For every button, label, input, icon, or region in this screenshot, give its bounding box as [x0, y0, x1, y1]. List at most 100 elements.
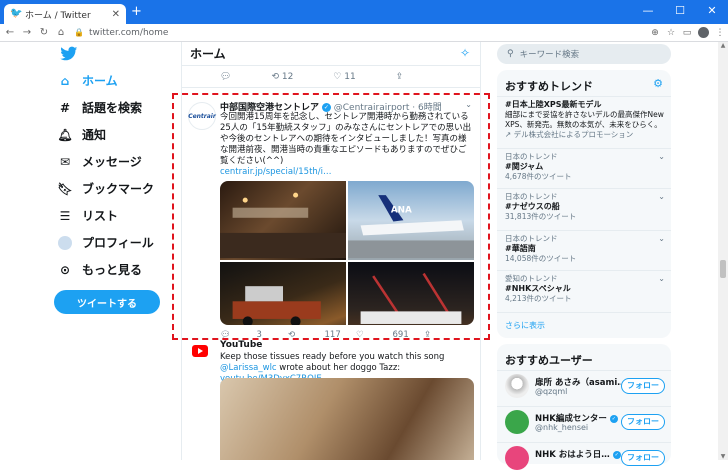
youtube-logo-icon[interactable] [192, 345, 208, 357]
home-browser-icon[interactable]: ⌂ [54, 27, 68, 38]
trend-item[interactable]: 日本のトレンド #関ジャム 4,678件のツイート ⌄ [505, 152, 665, 182]
user-handle: @qzqml [535, 387, 568, 396]
search-icon: ⚲ [507, 49, 514, 59]
text-part: wrote about her doggo Tazz: [276, 363, 401, 373]
nav-item-messages[interactable]: ✉ メッセージ [58, 153, 142, 170]
minimize-icon[interactable]: — [632, 0, 664, 24]
trend-context: 日本のトレンド [505, 192, 558, 201]
profile-avatar-icon[interactable] [698, 27, 709, 38]
nav-item-notifications[interactable]: 🔔︎ 通知 [57, 126, 106, 143]
close-window-icon[interactable]: ✕ [696, 0, 728, 24]
trend-item[interactable]: 日本のトレンド #華語南 14,058件のツイート ⌄ [505, 234, 665, 264]
twitter-bird-icon[interactable] [60, 46, 78, 62]
nav-item-more[interactable]: ⊙ もっと見る [58, 261, 142, 278]
list-icon: ☰ [59, 208, 71, 223]
bookmark-icon: 🔖︎ [57, 181, 73, 196]
divider [497, 148, 671, 149]
cast-icon[interactable]: ▭ [679, 28, 695, 38]
tweet-button[interactable]: ツイートする [54, 290, 160, 314]
retweet-action[interactable]: ⟲ 12 [271, 72, 293, 82]
user-suggestion[interactable]: NHK編成センター ✓ @nhk_hensei フォロー [505, 410, 665, 438]
trend-name: #関ジャム [505, 162, 544, 171]
user-suggestion[interactable]: NHK おはよう日… ✓ フォロー [505, 446, 665, 474]
chevron-down-icon[interactable]: ⌄ [658, 152, 665, 162]
nav-item-home[interactable]: ⌂ ホーム [58, 72, 118, 89]
scroll-down-icon[interactable]: ▼ [718, 453, 728, 460]
browser-tab[interactable]: 🐦 ホーム / Twitter ✕ [4, 4, 126, 24]
trend-item[interactable]: 愛知のトレンド #NHKスペシャル 4,213件のツイート ⌄ [505, 274, 665, 304]
user-name[interactable]: NHK おはよう日… ✓ [535, 448, 621, 460]
tab-close-icon[interactable]: ✕ [112, 9, 120, 20]
trend-item[interactable]: 日本のトレンド #ナゼウスの船 31,813件のツイート ⌄ [505, 192, 665, 222]
scrollbar-thumb[interactable] [720, 260, 726, 278]
nav-label: リスト [82, 209, 119, 223]
verified-icon: ✓ [612, 450, 621, 459]
trend-meta: 4,678件のツイート [505, 172, 572, 181]
sparkle-icon[interactable]: ✧ [460, 46, 470, 60]
promoted-icon: ↗ [505, 130, 514, 139]
trend-description: 細部にまで妥協を許さないデルの最高傑作New XPS、新発売。無数の本気が、未来… [505, 110, 664, 129]
maximize-icon[interactable]: ☐ [664, 0, 696, 24]
like-action[interactable]: ♡ 11 [333, 72, 355, 82]
next-tweet-video-thumbnail[interactable] [220, 378, 474, 460]
trend-meta: 4,213件のツイート [505, 294, 572, 303]
share-icon[interactable]: ⇪ [396, 72, 404, 82]
trend-context: 日本のトレンド [505, 152, 558, 161]
nav-item-profile[interactable]: プロフィール [58, 234, 154, 251]
browser-tab-bar: 🐦 ホーム / Twitter ✕ + — ☐ ✕ [0, 0, 728, 24]
nav-label: 話題を検索 [82, 101, 143, 115]
follow-button[interactable]: フォロー [621, 378, 665, 394]
divider [497, 270, 671, 271]
nav-item-lists[interactable]: ☰ リスト [58, 207, 118, 224]
verified-icon: ✓ [609, 414, 618, 423]
user-name-text: NHK おはよう日… [535, 450, 610, 460]
show-more-link[interactable]: さらに表示 [505, 320, 545, 331]
new-tab-icon[interactable]: + [131, 4, 142, 20]
trend-meta: ↗ デル株式会社によるプロモーション [505, 130, 665, 140]
hashtag-icon: # [59, 100, 71, 115]
search-placeholder: キーワード検索 [519, 50, 580, 60]
avatar[interactable] [505, 374, 529, 398]
menu-dots-icon[interactable]: ⋮ [712, 28, 728, 38]
trend-name: #ナゼウスの船 [505, 202, 560, 211]
tab-title: ホーム / Twitter [25, 10, 91, 21]
user-suggestion[interactable]: 扉所 あさみ（asami… @qzqml フォロー [505, 374, 665, 402]
search-input[interactable]: ⚲ キーワード検索 [497, 44, 671, 64]
trend-promoted-label: デル株式会社によるプロモーション [513, 130, 634, 139]
extension-icon[interactable]: ⊕ [647, 28, 663, 38]
nav-item-bookmarks[interactable]: 🔖︎ ブックマーク [57, 180, 154, 197]
mail-icon: ✉ [59, 154, 71, 169]
who-to-follow-panel: おすすめユーザー 扉所 あさみ（asami… @qzqml フォロー NHK編成… [497, 344, 671, 470]
scroll-up-icon[interactable]: ▲ [718, 42, 728, 49]
reply-icon[interactable]: 💬︎ [220, 72, 231, 82]
follow-button[interactable]: フォロー [621, 450, 665, 466]
timeline-header: ホーム ✧ [182, 42, 480, 66]
follow-button[interactable]: フォロー [621, 414, 665, 430]
next-tweet-author[interactable]: YouTube [220, 340, 262, 350]
forward-icon[interactable]: → [20, 27, 34, 38]
mention-link[interactable]: @Larissa_wlc [220, 363, 277, 373]
star-icon[interactable]: ☆ [663, 28, 679, 38]
lock-icon: 🔒 [74, 28, 84, 37]
chevron-down-icon[interactable]: ⌄ [658, 274, 665, 284]
page-scrollbar[interactable]: ▲ ▼ [718, 42, 728, 460]
url-field[interactable]: 🔒 twitter.com/home [74, 26, 647, 40]
chevron-down-icon[interactable]: ⌄ [658, 192, 665, 202]
nav-item-explore[interactable]: # 話題を検索 [58, 99, 142, 116]
users-title: おすすめユーザー [505, 354, 593, 367]
like-count: 11 [344, 71, 356, 82]
divider [497, 312, 671, 313]
nav-label: メッセージ [82, 155, 142, 169]
gear-icon[interactable]: ⚙ [653, 77, 663, 90]
reload-icon[interactable]: ↻ [37, 27, 51, 38]
avatar[interactable] [505, 446, 529, 470]
trends-title: おすすめトレンド [505, 80, 593, 93]
chevron-down-icon[interactable]: ⌄ [658, 234, 665, 244]
back-icon[interactable]: ← [3, 27, 17, 38]
home-icon: ⌂ [60, 73, 70, 88]
trend-item-promoted[interactable]: #日本上陸XPS最新モデル 細部にまで妥協を許さないデルの最高傑作New XPS… [505, 100, 665, 150]
avatar[interactable] [505, 410, 529, 434]
divider [497, 188, 671, 189]
more-icon: ⊙ [59, 262, 71, 277]
divider [497, 230, 671, 231]
